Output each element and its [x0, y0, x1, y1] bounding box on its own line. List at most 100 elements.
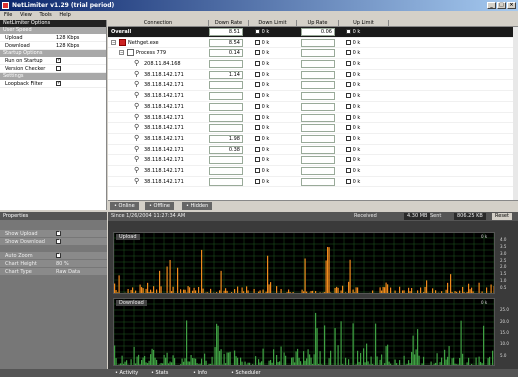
table-row[interactable]: ⚲ 38.118.142.171 0.38 0 k 0 k — [108, 145, 518, 156]
up-limit[interactable]: 0 k — [346, 103, 360, 110]
down-limit[interactable]: 0 k — [255, 61, 269, 67]
up-limit-checkbox[interactable] — [346, 39, 351, 45]
down-limit-checkbox[interactable] — [255, 61, 260, 67]
down-limit[interactable]: 0 k — [255, 125, 269, 131]
tab-info[interactable]: • Info — [190, 369, 210, 377]
up-limit[interactable]: 0 k — [346, 71, 360, 78]
down-limit[interactable]: 0 k — [255, 50, 269, 56]
down-limit[interactable]: 0 k — [255, 93, 269, 99]
option-download-speed[interactable]: Download 128 Kbps — [0, 42, 106, 50]
table-row[interactable]: ⚲ 38.118.142.171 0 k 0 k — [108, 155, 518, 166]
up-limit-checkbox[interactable] — [346, 50, 351, 56]
down-limit[interactable]: 0 k — [255, 146, 269, 153]
column-connection[interactable]: Connection — [108, 20, 209, 27]
tab-stats[interactable]: • Stats — [148, 369, 171, 377]
property-chart-type[interactable]: Chart Type Raw Data — [0, 268, 107, 276]
table-row[interactable]: ⚲ 38.118.142.171 0 k 0 k — [108, 123, 518, 134]
down-limit[interactable]: 0 k — [255, 167, 269, 174]
up-limit-checkbox[interactable] — [346, 167, 351, 173]
close-button[interactable]: × — [507, 2, 516, 9]
down-limit-checkbox[interactable] — [255, 125, 260, 131]
up-limit[interactable]: 0 k — [346, 50, 360, 56]
option-value[interactable]: 128 Kbps — [56, 42, 79, 50]
column-down-limit[interactable]: Down Limit — [249, 20, 297, 27]
up-limit[interactable]: 0 k — [346, 61, 360, 67]
up-limit[interactable]: 0 k — [346, 39, 360, 46]
menu-file[interactable]: File — [4, 12, 12, 18]
down-limit-checkbox[interactable] — [255, 135, 260, 141]
down-limit-checkbox[interactable] — [255, 82, 260, 88]
option-loopback-filter[interactable]: Loopback Filter — [0, 80, 106, 88]
up-limit-checkbox[interactable] — [346, 178, 351, 184]
tab-offline[interactable]: • Offline — [145, 202, 174, 210]
down-limit[interactable]: 0 k — [255, 71, 269, 78]
row-process[interactable]: − Process 779 0.14 0 k 0 k — [108, 48, 518, 60]
reset-button[interactable]: Reset — [492, 213, 512, 220]
up-limit[interactable]: 0 k — [346, 157, 360, 163]
up-limit[interactable]: 0 k — [346, 29, 360, 35]
down-limit-checkbox[interactable] — [255, 178, 260, 184]
up-limit-checkbox[interactable] — [346, 82, 351, 88]
table-row[interactable]: ⚲ 38.118.142.171 0 k 0 k — [108, 166, 518, 177]
up-limit-checkbox[interactable] — [346, 29, 351, 34]
chart-type-value[interactable]: Raw Data — [56, 268, 80, 276]
down-limit[interactable]: 0 k — [255, 39, 269, 46]
up-limit[interactable]: 0 k — [346, 125, 360, 131]
property-show-download[interactable]: Show Download — [0, 238, 107, 246]
up-limit[interactable]: 0 k — [346, 114, 360, 121]
down-limit-checkbox[interactable] — [255, 146, 260, 152]
option-version-checker[interactable]: Version Checker — [0, 65, 106, 73]
down-limit[interactable]: 0 k — [255, 29, 269, 35]
menu-help[interactable]: Help — [59, 12, 70, 18]
down-limit[interactable]: 0 k — [255, 157, 269, 163]
tab-hidden[interactable]: • Hidden — [182, 202, 213, 210]
row-application[interactable]: − Nethget.exe 8.54 0 k 0 k — [108, 38, 518, 49]
option-upload-speed[interactable]: Upload 128 Kbps — [0, 34, 106, 42]
table-row[interactable]: ⚲ 38.118.142.171 0 k 0 k — [108, 113, 518, 124]
maximize-button[interactable]: □ — [497, 2, 506, 9]
menu-view[interactable]: View — [20, 12, 32, 18]
up-limit-checkbox[interactable] — [346, 135, 351, 141]
up-limit-checkbox[interactable] — [346, 71, 351, 77]
up-limit[interactable]: 0 k — [346, 146, 360, 153]
column-down-rate[interactable]: Down Rate — [209, 20, 249, 27]
down-limit[interactable]: 0 k — [255, 82, 269, 88]
collapse-icon[interactable]: − — [119, 50, 124, 56]
collapse-icon[interactable]: − — [111, 39, 116, 45]
down-limit-checkbox[interactable] — [255, 50, 260, 56]
table-row[interactable]: ⚲ 38.118.142.171 0 k 0 k — [108, 177, 518, 188]
table-row[interactable]: ⚲ 38.118.142.171 0 k 0 k — [108, 102, 518, 113]
up-limit-checkbox[interactable] — [346, 146, 351, 152]
column-up-limit[interactable]: Up Limit — [339, 20, 389, 27]
up-limit-checkbox[interactable] — [346, 125, 351, 131]
tab-online[interactable]: • Online — [110, 202, 139, 210]
down-limit-checkbox[interactable] — [255, 29, 260, 34]
up-limit[interactable]: 0 k — [346, 178, 360, 185]
version-checker-checkbox[interactable] — [56, 66, 61, 71]
show-upload-checkbox[interactable] — [56, 230, 61, 236]
up-limit[interactable]: 0 k — [346, 135, 360, 142]
option-run-on-startup[interactable]: Run on Startup — [0, 57, 106, 65]
up-limit-checkbox[interactable] — [346, 157, 351, 163]
auto-zoom-checkbox[interactable] — [56, 252, 61, 258]
run-on-startup-checkbox[interactable] — [56, 57, 61, 63]
up-limit-checkbox[interactable] — [346, 114, 351, 120]
down-limit-checkbox[interactable] — [255, 71, 260, 77]
down-limit-checkbox[interactable] — [255, 167, 260, 173]
show-download-checkbox[interactable] — [56, 238, 61, 244]
up-limit-checkbox[interactable] — [346, 61, 351, 67]
option-value[interactable]: 128 Kbps — [56, 34, 79, 42]
row-overall[interactable]: Overall 8.51 0 k 0.06 0 k — [108, 27, 518, 38]
chart-height-value[interactable]: 80 % — [56, 260, 69, 268]
down-limit[interactable]: 0 k — [255, 135, 269, 142]
loopback-filter-checkbox[interactable] — [56, 80, 61, 86]
menu-tools[interactable]: Tools — [39, 12, 51, 18]
minimize-button[interactable]: _ — [487, 2, 496, 9]
property-show-upload[interactable]: Show Upload — [0, 230, 107, 238]
table-scrollbar[interactable] — [513, 27, 518, 200]
down-limit[interactable]: 0 k — [255, 178, 269, 185]
tab-scheduler[interactable]: • Scheduler — [228, 369, 264, 377]
down-limit-checkbox[interactable] — [255, 39, 260, 45]
table-row[interactable]: ⚲ 38.118.142.171 0 k 0 k — [108, 80, 518, 92]
down-limit[interactable]: 0 k — [255, 103, 269, 110]
